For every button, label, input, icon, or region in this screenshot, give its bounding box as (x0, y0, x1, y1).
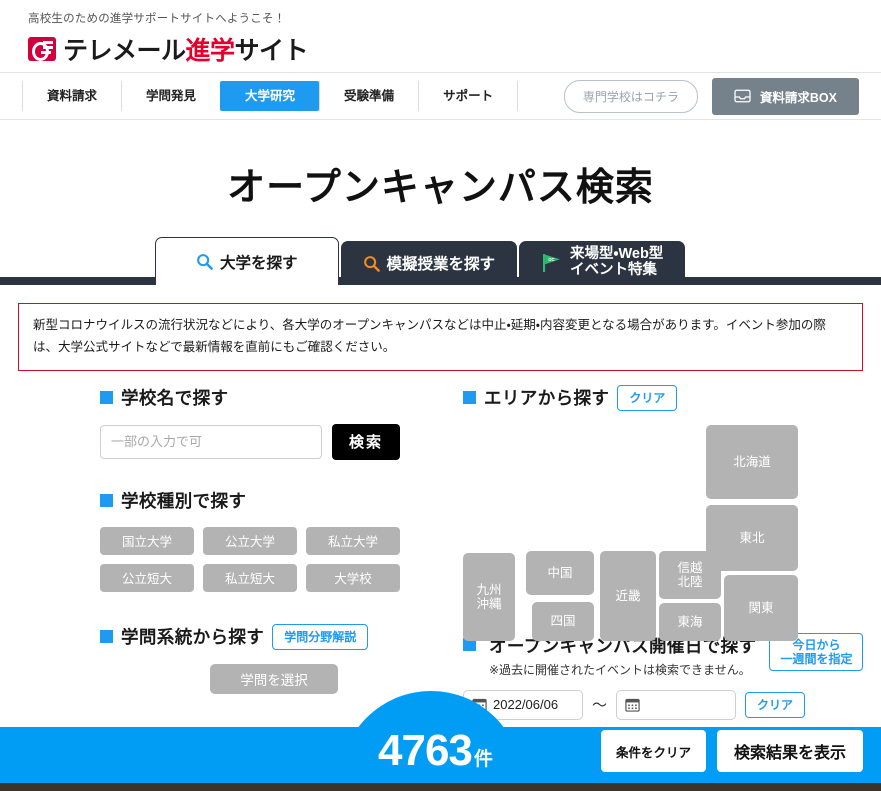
blue-square-icon (100, 493, 113, 507)
academic-field-guide-button[interactable]: 学問分野解説 (272, 623, 369, 650)
nav-item-juken[interactable]: 受験準備 (319, 81, 418, 111)
school-name-title: 学校名で探す (121, 387, 229, 408)
school-type-heading: 学校種別で探す (100, 488, 455, 513)
academic-field-heading: 学問系統から探す 学問分野解説 (100, 623, 455, 650)
area-region-kyushu-okinawa[interactable]: 九州 沖縄 (463, 552, 515, 641)
one-week-button-line2: 一週間を指定 (780, 652, 853, 667)
academic-field-select-button[interactable]: 学問を選択 (210, 663, 338, 694)
search-icon (197, 254, 213, 270)
school-type-shiritsu-tandai[interactable]: 私立短大 (203, 563, 297, 592)
date-from-value: 2022/06/06 (493, 697, 559, 713)
school-type-daigakko[interactable]: 大学校 (306, 563, 400, 592)
open-campus-date-section: オープンキャンパス開催日で探す ※過去に開催されたイベントは検索できません。 今… (463, 632, 881, 720)
search-icon (363, 255, 380, 272)
tab-list: 大学を探す 模擬授業を探す OC 来場型・Web型 イベント特集 (155, 237, 686, 285)
show-results-button[interactable]: 検索結果を表示 (716, 730, 863, 772)
nav-item-shiryo[interactable]: 資料請求 (22, 81, 121, 111)
tray-icon (734, 89, 751, 103)
blue-square-icon (463, 391, 476, 405)
logo-text-accent: 進学 (185, 37, 236, 65)
site-header: 高校生のための進学サポートサイトへようこそ！ テレメール進学サイト (0, 0, 881, 72)
date-range-separator: 〜 (592, 697, 608, 715)
date-to-field[interactable] (616, 689, 737, 720)
result-count-unit: 件 (473, 749, 493, 770)
open-campus-date-note: ※過去に開催されたイベントは検索できません。 (489, 662, 751, 677)
search-form: 学校名で探す 検索 学校種別で探す 国立大学 公立大学 私立大学 公立短大 私立… (0, 371, 881, 720)
school-type-title: 学校種別で探す (121, 490, 247, 511)
area-clear-button[interactable]: クリア (617, 384, 678, 411)
tab-find-university[interactable]: 大学を探す (155, 237, 339, 285)
area-region-chugoku[interactable]: 中国 (526, 550, 594, 595)
bottom-action-buttons: 条件をクリア 検索結果を表示 (600, 730, 863, 772)
telemail-logo-icon (28, 37, 56, 61)
tab-event-feature-label: 来場型・Web型 イベント特集 (570, 247, 663, 278)
covid-notice: 新型コロナウイルスの流行状況などにより、各大学のオープンキャンパスなどは中止・延… (18, 303, 863, 371)
site-logo[interactable]: テレメール進学サイト (28, 31, 881, 67)
tab-event-feature-line1: 来場型・Web型 (570, 246, 664, 263)
area-region-shinetsu-hokuriku[interactable]: 信越 北陸 (659, 550, 721, 599)
school-type-kokuritsu-daigaku[interactable]: 国立大学 (100, 526, 194, 555)
date-clear-button[interactable]: クリア (745, 691, 806, 718)
main-navigation: 資料請求 学問発見 大学研究 受験準備 サポート 専門学校はコチラ 資料請求BO… (0, 72, 881, 120)
nav-item-daigaku[interactable]: 大学研究 (220, 81, 320, 111)
tab-event-feature-line2: イベント特集 (570, 262, 658, 278)
clear-conditions-button[interactable]: 条件をクリア (600, 730, 706, 772)
tab-find-university-label: 大学を探す (220, 254, 298, 272)
logo-text: テレメール進学サイト (63, 31, 309, 67)
tab-event-feature[interactable]: OC 来場型・Web型 イベント特集 (519, 241, 686, 285)
welcome-message: 高校生のための進学サポートサイトへようこそ！ (28, 13, 286, 25)
school-type-shiritsu-daigaku[interactable]: 私立大学 (306, 526, 400, 555)
flag-oc-icon: OC (543, 254, 561, 272)
school-name-input[interactable] (100, 424, 322, 459)
logo-text-pre: テレメール (63, 37, 186, 65)
area-region-shikoku[interactable]: 四国 (532, 601, 594, 641)
vocational-school-button[interactable]: 専門学校はコチラ (563, 79, 698, 113)
request-box-button[interactable]: 資料請求BOX (711, 77, 859, 115)
logo-text-post: サイト (234, 37, 309, 65)
result-count-number: 4763 (378, 726, 473, 775)
area-region-kanto[interactable]: 関東 (724, 574, 798, 641)
right-column: エリアから探す クリア 北海道 東北 関東 信越 北陸 東海 近畿 中国 四国 … (455, 384, 881, 720)
left-column: 学校名で探す 検索 学校種別で探す 国立大学 公立大学 私立大学 公立短大 私立… (0, 385, 455, 720)
date-range-row: 2022/06/06 〜 クリア (463, 689, 881, 720)
result-count: 4763 件 (378, 729, 493, 773)
area-region-tokai[interactable]: 東海 (659, 602, 721, 641)
tab-find-mock-lesson-label: 模擬授業を探す (386, 256, 496, 273)
school-type-koritsu-tandai[interactable]: 公立短大 (100, 563, 194, 592)
nav-item-list: 資料請求 学問発見 大学研究 受験準備 サポート (22, 81, 519, 111)
nav-item-support[interactable]: サポート (418, 81, 519, 111)
school-name-search-button[interactable]: 検索 (332, 423, 401, 460)
area-heading: エリアから探す クリア (463, 384, 881, 411)
nav-item-gakumon[interactable]: 学問発見 (121, 81, 220, 111)
search-tabs: 大学を探す 模擬授業を探す OC 来場型・Web型 イベント特集 (0, 237, 881, 285)
page-footer-strip (0, 783, 881, 791)
blue-square-icon (100, 630, 113, 644)
request-box-label: 資料請求BOX (759, 90, 837, 105)
academic-field-title: 学問系統から探す (121, 627, 265, 648)
blue-square-icon (100, 390, 113, 404)
svg-text:OC: OC (548, 257, 554, 262)
area-region-kinki[interactable]: 近畿 (600, 550, 656, 641)
area-title: エリアから探す (484, 388, 610, 409)
school-type-options: 国立大学 公立大学 私立大学 公立短大 私立短大 大学校 (100, 526, 455, 592)
school-name-search-row: 検索 (100, 423, 455, 460)
area-region-hokkaido[interactable]: 北海道 (706, 424, 798, 499)
calendar-icon (625, 699, 640, 713)
school-name-heading: 学校名で探す (100, 385, 455, 410)
page-title: オープンキャンパス検索 (227, 167, 654, 209)
japan-area-map: 北海道 東北 関東 信越 北陸 東海 近畿 中国 四国 九州 沖縄 (463, 424, 859, 641)
tab-find-mock-lesson[interactable]: 模擬授業を探す (340, 241, 518, 285)
school-type-koritsu-daigaku[interactable]: 公立大学 (203, 526, 297, 555)
